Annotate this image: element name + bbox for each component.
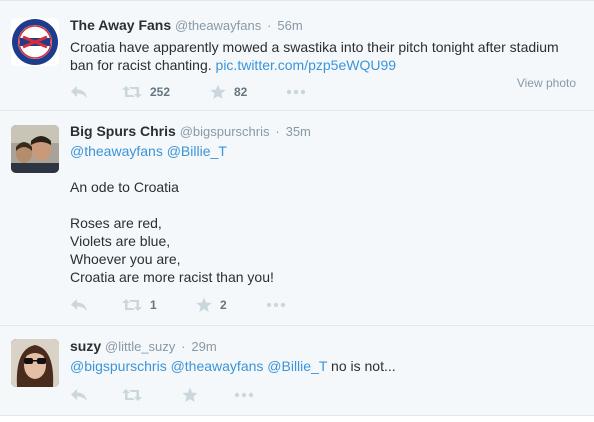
more-icon [266,302,286,308]
retweet-icon [122,86,142,98]
tweet-the-away-fans[interactable]: The Away Fans @theawayfans · 56m Croatia… [0,0,594,111]
retweet-button[interactable]: 252 [122,82,170,102]
away-fans-logo [12,19,58,65]
reply-icon [71,86,87,98]
reply-icon [71,299,87,311]
separator-dot: · [275,124,280,139]
retweet-icon [122,299,142,311]
tweet-text: @bigspurschris @theawayfans @Billie_T no… [70,357,396,375]
tweet-header: The Away Fans @theawayfans · 56m [70,17,303,33]
more-button[interactable] [234,385,254,405]
tweet-header: suzy @little_suzy · 29m [70,338,217,354]
tweet-timestamp[interactable]: 35m [286,124,311,139]
tweet-text: Croatia have apparently mowed a swastika… [70,38,559,74]
more-button[interactable] [286,82,306,102]
tweet-text-segment: ban for racist chanting. [70,57,216,73]
tweet-text-line: Violets are blue, [70,233,171,249]
retweet-button[interactable]: 1 [122,295,157,315]
tweet-suzy[interactable]: suzy @little_suzy · 29m @bigspurschris @… [0,326,594,416]
user-handle[interactable]: @little_suzy [105,339,175,354]
tweet-big-spurs-chris[interactable]: Big Spurs Chris @bigspurschris · 35m @th… [0,111,594,326]
avatar[interactable] [11,18,59,66]
user-fullname[interactable]: The Away Fans [70,17,171,33]
tweet-text-line: Croatia have apparently mowed a swastika… [70,39,559,55]
reply-button[interactable] [70,82,88,102]
favorite-icon [196,297,212,312]
favorite-button[interactable]: 82 [210,82,247,102]
tweet-text-line: Roses are red, [70,215,162,231]
favorite-count: 82 [234,85,248,99]
reply-icon [71,389,87,401]
favorite-button[interactable]: 2 [196,295,227,315]
avatar[interactable] [11,125,59,173]
user-handle[interactable]: @bigspurschris [180,124,270,139]
user-fullname[interactable]: Big Spurs Chris [70,123,176,139]
user-fullname[interactable]: suzy [70,338,101,354]
retweet-count: 252 [150,85,171,99]
tweet-text-line: Whoever you are, [70,251,181,267]
separator-dot: · [267,18,272,33]
avatar[interactable] [11,339,59,387]
favorite-icon [182,387,198,402]
timeline-bottom [0,416,594,422]
more-button[interactable] [266,295,286,315]
photo-link[interactable]: pic.twitter.com/pzp5eWQU99 [216,57,397,73]
tweet-header: Big Spurs Chris @bigspurschris · 35m [70,123,311,139]
retweet-button[interactable] [122,385,142,405]
retweet-icon [122,389,142,401]
more-icon [234,392,254,398]
user-handle[interactable]: @theawayfans [175,18,261,33]
tweet-text-segment: no is not... [327,358,396,374]
retweet-count: 1 [150,298,157,312]
view-photo-link[interactable]: View photo [517,76,576,90]
mention-links[interactable]: @bigspurschris @theawayfans @Billie_T [70,358,327,374]
more-icon [286,89,306,95]
favorite-button[interactable] [182,385,198,405]
separator-dot: · [181,339,186,354]
user-photo [11,125,59,173]
tweet-text-line: ban for racist chanting. pic.twitter.com… [70,56,559,74]
tweet-text-line: Croatia are more racist than you! [70,269,274,285]
reply-button[interactable] [70,385,88,405]
tweet-timestamp[interactable]: 29m [191,339,216,354]
tweet-text-line: An ode to Croatia [70,179,179,195]
tweet-text: @theawayfans @Billie_T An ode to Croatia… [70,142,274,286]
favorite-count: 2 [220,298,227,312]
mention-links[interactable]: @theawayfans @Billie_T [70,142,274,160]
reply-button[interactable] [70,295,88,315]
tweet-timestamp[interactable]: 56m [277,18,302,33]
favorite-icon [210,84,226,99]
user-photo [11,339,59,387]
